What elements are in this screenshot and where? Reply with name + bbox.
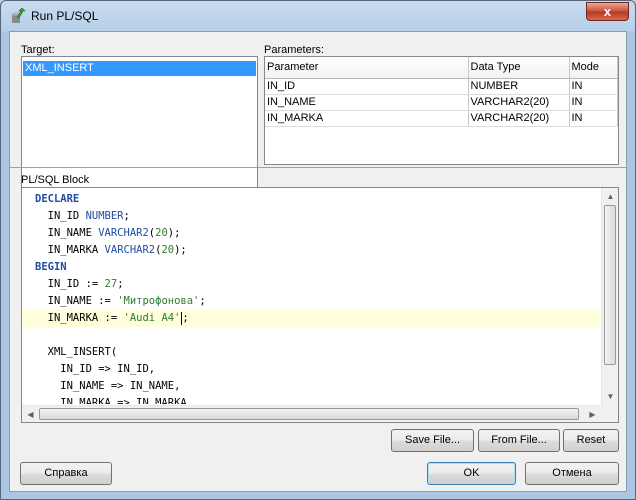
code-line: IN_ID NUMBER; (35, 210, 130, 222)
save-file-button[interactable]: Save File... (391, 429, 474, 452)
horizontal-scrollbar[interactable]: ◀ ▶ (22, 405, 601, 422)
table-row[interactable]: IN_ID NUMBER IN (265, 78, 618, 95)
code-line: BEGIN (22, 259, 600, 276)
run-plsql-dialog: Run PL/SQL x Target: XML_INSERT Paramete… (0, 0, 636, 500)
parameters-label: Parameters: (264, 44, 324, 56)
param-type-cell: VARCHAR2(20) (468, 94, 570, 111)
ok-label: OK (463, 467, 480, 479)
target-item-xml-insert[interactable]: XML_INSERT (23, 61, 256, 76)
keyword-begin: BEGIN (35, 261, 67, 273)
reset-button[interactable]: Reset (563, 429, 619, 452)
code-line: IN_ID := 27; (35, 278, 124, 290)
scroll-down-icon[interactable]: ▼ (602, 388, 618, 405)
parameters-table: Parameter Data Type Mode IN_ID NUMBER IN… (265, 57, 618, 127)
code-line: IN_NAME := 'Митрофонова'; (35, 295, 206, 307)
current-code-line: IN_MARKA := 'Audi A4'; (22, 310, 600, 327)
code-line: DECLARE (22, 191, 600, 208)
from-file-label: From File... (491, 434, 547, 446)
code-line: IN_NAME => IN_NAME, (35, 380, 181, 392)
param-type-cell: VARCHAR2(20) (468, 110, 570, 127)
param-mode-cell: IN (569, 94, 618, 111)
code-line: IN_ID => IN_ID, (35, 363, 156, 375)
scroll-left-icon[interactable]: ◀ (22, 406, 39, 422)
save-file-label: Save File... (404, 434, 461, 446)
help-label: Справка (44, 467, 88, 479)
param-mode-cell: IN (569, 78, 618, 95)
column-header-mode[interactable]: Mode (569, 57, 618, 79)
plsql-editor[interactable]: DECLARE IN_ID NUMBER; IN_NAME VARCHAR2(2… (21, 187, 619, 423)
window-title: Run PL/SQL (31, 9, 99, 23)
title-bar[interactable]: Run PL/SQL x (1, 1, 635, 31)
code-line: IN_NAME VARCHAR2(20); (35, 227, 181, 239)
help-button[interactable]: Справка (20, 462, 112, 485)
dialog-body: Target: XML_INSERT Parameters: Parameter… (9, 31, 627, 492)
reset-label: Reset (576, 434, 606, 446)
scroll-up-icon[interactable]: ▲ (602, 188, 618, 205)
param-name-cell: IN_MARKA (265, 110, 469, 127)
parameters-grid[interactable]: Parameter Data Type Mode IN_ID NUMBER IN… (264, 56, 619, 165)
splitter[interactable] (10, 167, 626, 168)
column-header-data-type[interactable]: Data Type (468, 57, 570, 79)
cancel-button[interactable]: Отмена (525, 462, 619, 485)
vertical-scrollbar[interactable]: ▲ ▼ (601, 188, 618, 405)
horizontal-scroll-thumb[interactable] (39, 408, 579, 420)
code-line: IN_MARKA => IN_MARKA (35, 397, 187, 404)
keyword-declare: DECLARE (35, 193, 80, 205)
close-button[interactable]: x (586, 2, 629, 21)
param-type-cell: NUMBER (468, 78, 570, 95)
vertical-scroll-thumb[interactable] (604, 205, 616, 365)
code-line: IN_MARKA VARCHAR2(20); (35, 244, 187, 256)
ok-button[interactable]: OK (427, 462, 516, 485)
code-area[interactable]: DECLARE IN_ID NUMBER; IN_NAME VARCHAR2(2… (22, 191, 600, 404)
text-caret (181, 311, 183, 325)
param-mode-cell: IN (569, 110, 618, 127)
from-file-button[interactable]: From File... (478, 429, 560, 452)
plsql-block-label: PL/SQL Block (21, 174, 90, 186)
param-name-cell: IN_ID (265, 78, 469, 95)
close-icon: x (603, 4, 612, 19)
target-label: Target: (21, 44, 55, 56)
column-header-parameter[interactable]: Parameter (265, 57, 469, 79)
code-line: XML_INSERT( (35, 346, 118, 358)
scroll-right-icon[interactable]: ▶ (584, 406, 601, 422)
cancel-label: Отмена (552, 467, 592, 479)
table-row[interactable]: IN_NAME VARCHAR2(20) IN (265, 94, 618, 111)
table-row[interactable]: IN_MARKA VARCHAR2(20) IN (265, 110, 618, 127)
green-arrow-db-icon (10, 7, 26, 24)
param-name-cell: IN_NAME (265, 94, 469, 111)
scroll-corner (601, 405, 618, 422)
